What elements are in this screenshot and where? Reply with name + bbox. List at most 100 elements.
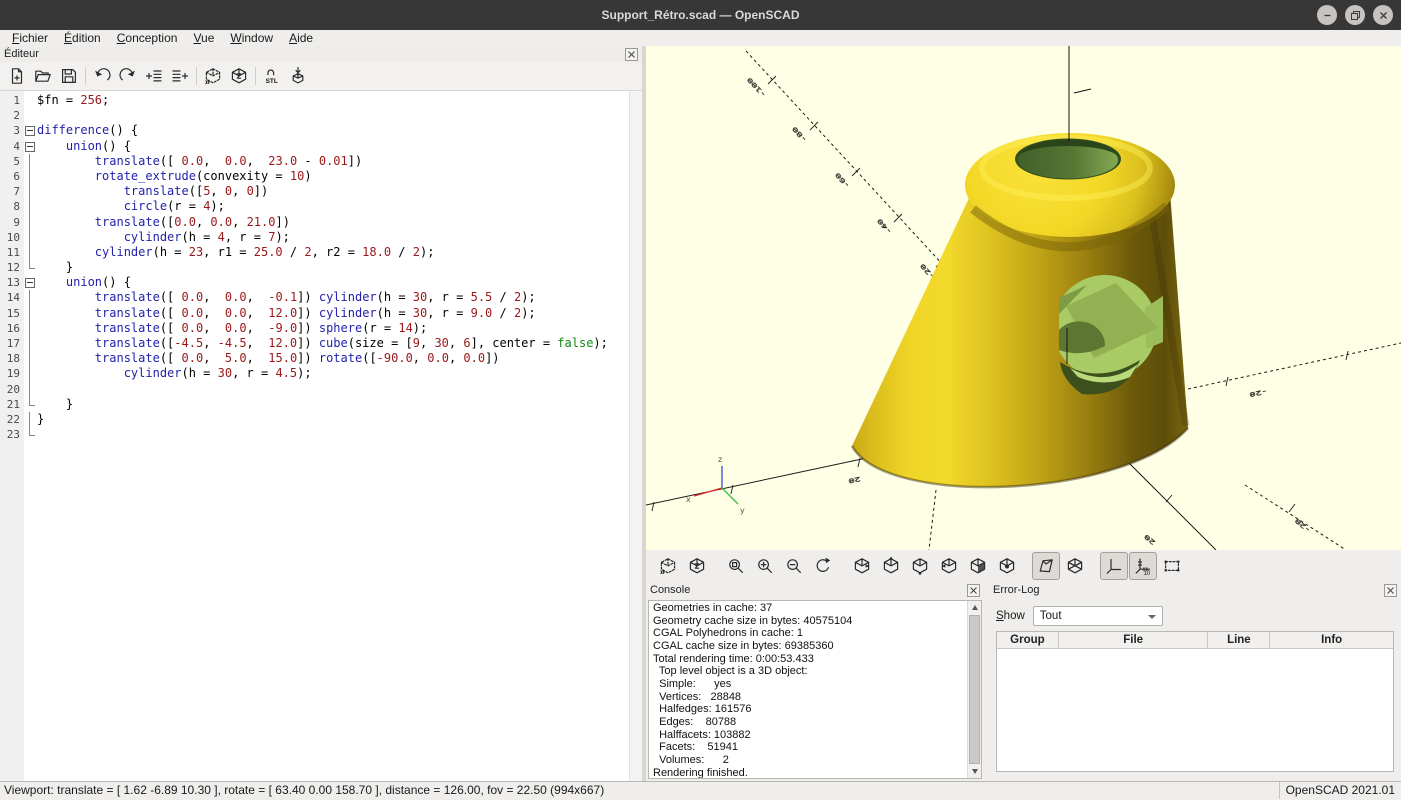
scroll-down-icon[interactable] — [968, 765, 981, 778]
code-line[interactable]: 5 translate([ 0.0, 0.0, 23.0 - 0.01]) — [0, 154, 629, 169]
code-line[interactable]: 10 cylinder(h = 4, r = 7); — [0, 230, 629, 245]
view-left-button[interactable] — [935, 552, 963, 580]
menu-édition[interactable]: Édition — [56, 31, 109, 45]
undo-button[interactable] — [89, 64, 115, 88]
window-close-button[interactable] — [1373, 5, 1393, 25]
scrollbar-thumb[interactable] — [969, 615, 980, 764]
code-line[interactable]: 16 translate([ 0.0, 0.0, -9.0]) sphere(r… — [0, 321, 629, 336]
line-number: 16 — [0, 321, 24, 336]
errorlog-dock-header: Error-Log — [989, 582, 1401, 598]
save-button[interactable] — [56, 64, 82, 88]
code-line[interactable]: 8 circle(r = 4); — [0, 199, 629, 214]
code-line[interactable]: 19 cylinder(h = 30, r = 4.5); — [0, 366, 629, 381]
preview-button[interactable]: » — [654, 552, 682, 580]
show-label: Show — [996, 610, 1025, 622]
show-edges-button[interactable] — [1158, 552, 1186, 580]
errorlog-column-info[interactable]: Info — [1270, 632, 1393, 648]
svg-text:-60: -60 — [834, 171, 852, 189]
view-diagonal-button[interactable] — [964, 552, 992, 580]
close-icon[interactable] — [967, 584, 980, 597]
view-top-button[interactable] — [877, 552, 905, 580]
errorlog-column-file[interactable]: File — [1059, 632, 1209, 648]
code-line[interactable]: 13 union() { — [0, 275, 629, 290]
svg-text:-20: -20 — [1249, 388, 1268, 399]
preview-icon: » — [203, 66, 223, 86]
code-line[interactable]: 3difference() { — [0, 123, 629, 138]
console-panel: Console Geometries in cache: 37Geometry … — [646, 582, 984, 781]
line-number: 18 — [0, 351, 24, 366]
code-editor[interactable]: 1$fn = 256;23difference() {4 union() {5 … — [0, 91, 642, 781]
render-button[interactable] — [226, 64, 252, 88]
export-part-button[interactable] — [285, 64, 311, 88]
code-line[interactable]: 4 union() { — [0, 139, 629, 154]
zoom-all-button[interactable] — [722, 552, 750, 580]
console-line: Vertices: 28848 — [653, 691, 965, 704]
surfaces-button[interactable] — [1032, 552, 1060, 580]
code-line[interactable]: 23 — [0, 427, 629, 442]
fold-marker — [24, 108, 37, 123]
code-line[interactable]: 12 } — [0, 260, 629, 275]
code-line[interactable]: 20 — [0, 382, 629, 397]
viewport-canvas[interactable]: -100 -80 -60 -40 -20 20 -20 20 -20 — [646, 46, 1401, 550]
errorlog-filter-select[interactable]: Tout — [1033, 606, 1163, 626]
code-line[interactable]: 21 } — [0, 397, 629, 412]
fold-marker[interactable] — [24, 275, 37, 290]
restore-icon — [1350, 10, 1361, 21]
menu-window[interactable]: Window — [222, 31, 281, 45]
editor-scrollbar[interactable] — [629, 91, 642, 781]
fold-marker — [24, 169, 37, 184]
console-scrollbar[interactable] — [967, 601, 981, 778]
close-icon[interactable] — [1384, 584, 1397, 597]
zoom-in-button[interactable] — [751, 552, 779, 580]
view-right-button[interactable] — [848, 552, 876, 580]
viewport-3d[interactable]: -100 -80 -60 -40 -20 20 -20 20 -20 — [646, 46, 1401, 550]
code-line[interactable]: 2 — [0, 108, 629, 123]
menu-aide[interactable]: Aide — [281, 31, 321, 45]
errorlog-table[interactable]: GroupFileLineInfo — [996, 631, 1394, 772]
errorlog-column-group[interactable]: Group — [997, 632, 1059, 648]
scroll-up-icon[interactable] — [968, 601, 981, 614]
preview-button[interactable]: » — [200, 64, 226, 88]
redo-button[interactable] — [115, 64, 141, 88]
wireframe-button[interactable] — [1061, 552, 1089, 580]
z-axis-line — [1069, 46, 1091, 142]
preview-icon: » — [658, 556, 678, 576]
code-line[interactable]: 17 translate([-4.5, -4.5, 12.0]) cube(si… — [0, 336, 629, 351]
fold-marker[interactable] — [24, 139, 37, 154]
show-axes-button[interactable] — [1100, 552, 1128, 580]
menu-conception[interactable]: Conception — [109, 31, 186, 45]
code-line[interactable]: 22} — [0, 412, 629, 427]
code-line[interactable]: 15 translate([ 0.0, 0.0, 12.0]) cylinder… — [0, 306, 629, 321]
window-title: Support_Rétro.scad — OpenSCAD — [0, 0, 1401, 30]
code-line[interactable]: 11 cylinder(h = 23, r1 = 25.0 / 2, r2 = … — [0, 245, 629, 260]
chevron-down-icon — [1148, 615, 1156, 619]
code-line[interactable]: 14 translate([ 0.0, 0.0, -0.1]) cylinder… — [0, 290, 629, 305]
save-icon — [59, 66, 79, 86]
folder-open-button[interactable] — [30, 64, 56, 88]
menu-fichier[interactable]: Fichier — [4, 31, 56, 45]
zoom-out-button[interactable] — [780, 552, 808, 580]
reset-view-button[interactable] — [809, 552, 837, 580]
file-new-button[interactable] — [4, 64, 30, 88]
code-line[interactable]: 18 translate([ 0.0, 5.0, 15.0]) rotate([… — [0, 351, 629, 366]
errorlog-column-line[interactable]: Line — [1208, 632, 1270, 648]
render-button[interactable] — [683, 552, 711, 580]
show-scale-button[interactable]: 10 — [1129, 552, 1157, 580]
line-number: 4 — [0, 139, 24, 154]
menu-vue[interactable]: Vue — [185, 31, 222, 45]
window-minimize-button[interactable] — [1317, 5, 1337, 25]
code-line[interactable]: 6 rotate_extrude(convexity = 10) — [0, 169, 629, 184]
code-line[interactable]: 9 translate([0.0, 0.0, 21.0]) — [0, 215, 629, 230]
fold-marker[interactable] — [24, 123, 37, 138]
indent-button[interactable] — [141, 64, 167, 88]
code-line[interactable]: 7 translate([5, 0, 0]) — [0, 184, 629, 199]
code-line[interactable]: 1$fn = 256; — [0, 93, 629, 108]
window-restore-button[interactable] — [1345, 5, 1365, 25]
close-icon[interactable] — [625, 48, 638, 61]
view-bottom-button[interactable] — [906, 552, 934, 580]
view-center-button[interactable] — [993, 552, 1021, 580]
console-lines: Geometries in cache: 37Geometry cache si… — [653, 602, 965, 778]
unindent-button[interactable] — [167, 64, 193, 88]
console-output[interactable]: Geometries in cache: 37Geometry cache si… — [648, 600, 982, 779]
export-stl-button[interactable]: STL — [259, 64, 285, 88]
